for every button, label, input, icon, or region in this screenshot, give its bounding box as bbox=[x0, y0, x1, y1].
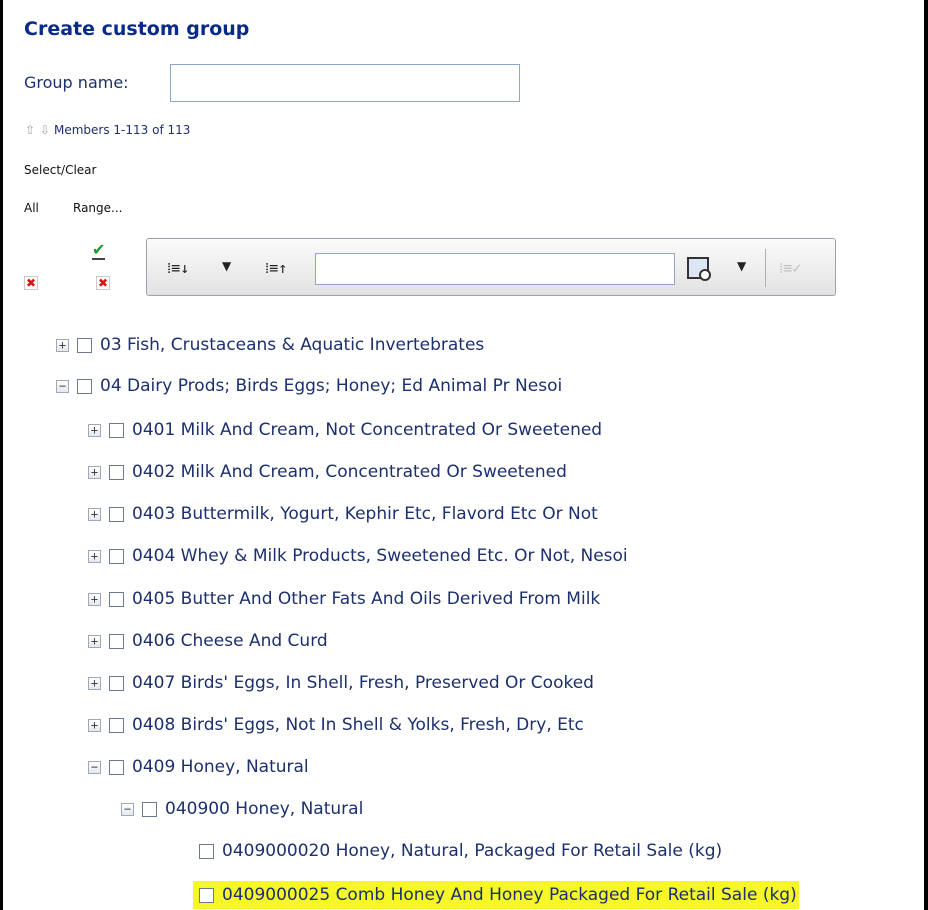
tree-checkbox[interactable] bbox=[109, 422, 124, 438]
tree-item-label[interactable]: 0409 Honey, Natural bbox=[132, 757, 309, 777]
tree-checkbox[interactable] bbox=[142, 801, 157, 817]
tree-item: − 0409 Honey, Natural bbox=[88, 755, 309, 779]
expand-icon[interactable]: + bbox=[88, 718, 101, 732]
expand-icon[interactable]: + bbox=[56, 338, 69, 352]
select-clear-label: Select/Clear bbox=[24, 163, 97, 177]
tree-item-label[interactable]: 0402 Milk And Cream, Concentrated Or Swe… bbox=[132, 462, 567, 482]
tree-item-label[interactable]: 03 Fish, Crustaceans & Aquatic Invertebr… bbox=[100, 335, 484, 355]
sort-descending-icon[interactable]: ⁞≡↓ bbox=[167, 259, 189, 278]
tree-item-label[interactable]: 0403 Buttermilk, Yogurt, Kephir Etc, Fla… bbox=[132, 504, 598, 524]
tree-checkbox[interactable] bbox=[109, 548, 124, 564]
tree-item-label[interactable]: 0405 Butter And Other Fats And Oils Deri… bbox=[132, 589, 600, 609]
expand-icon[interactable]: + bbox=[88, 423, 101, 437]
tree-item-label[interactable]: 04 Dairy Prods; Birds Eggs; Honey; Ed An… bbox=[100, 376, 562, 396]
tree-item: − 040900 Honey, Natural bbox=[121, 797, 363, 821]
clear-all-x-icon[interactable]: ✖ bbox=[24, 276, 38, 290]
tree-item: + 0403 Buttermilk, Yogurt, Kephir Etc, F… bbox=[88, 502, 598, 526]
select-all-link[interactable]: All bbox=[24, 201, 39, 215]
members-count: Members 1-113 of 113 bbox=[54, 123, 191, 137]
tree-item-label[interactable]: 0407 Birds' Eggs, In Shell, Fresh, Prese… bbox=[132, 673, 594, 693]
sort-dropdown-caret-icon[interactable]: ▼ bbox=[222, 259, 231, 273]
tree-item-label[interactable]: 0401 Milk And Cream, Not Concentrated Or… bbox=[132, 420, 602, 440]
tree-item: + 0401 Milk And Cream, Not Concentrated … bbox=[88, 418, 602, 442]
select-members-disabled-icon: ⁞≡✓ bbox=[779, 259, 802, 277]
toolbar-separator bbox=[765, 249, 766, 287]
arrow-up-icon[interactable]: ⇧ bbox=[24, 123, 36, 137]
tree-item-label[interactable]: 040900 Honey, Natural bbox=[165, 799, 363, 819]
expand-icon[interactable]: + bbox=[88, 507, 101, 521]
expand-icon[interactable]: + bbox=[88, 634, 101, 648]
arrow-down-icon[interactable]: ⇩ bbox=[39, 123, 51, 137]
group-name-input[interactable] bbox=[170, 64, 520, 102]
tree-item: + 0408 Birds' Eggs, Not In Shell & Yolks… bbox=[88, 713, 584, 737]
sort-ascending-icon[interactable]: ⁞≡↑ bbox=[265, 259, 287, 278]
tree-item: 0409000020 Honey, Natural, Packaged For … bbox=[199, 839, 722, 863]
tree-checkbox[interactable] bbox=[109, 506, 124, 522]
tree-item: − 04 Dairy Prods; Birds Eggs; Honey; Ed … bbox=[56, 374, 562, 398]
toolbar: ⁞≡↓ ▼ ⁞≡↑ ▼ ⁞≡✓ bbox=[146, 238, 836, 296]
tree-item-label[interactable]: 0408 Birds' Eggs, Not In Shell & Yolks, … bbox=[132, 715, 584, 735]
expand-icon[interactable]: + bbox=[88, 549, 101, 563]
tree-checkbox[interactable] bbox=[199, 843, 214, 859]
clear-range-x-icon[interactable]: ✖ bbox=[96, 276, 110, 290]
tree-checkbox[interactable] bbox=[199, 887, 214, 903]
tree-item-label[interactable]: 0409000025 Comb Honey And Honey Packaged… bbox=[222, 885, 797, 905]
tree-item: + 0404 Whey & Milk Products, Sweetened E… bbox=[88, 544, 628, 568]
tree-item-label[interactable]: 0404 Whey & Milk Products, Sweetened Etc… bbox=[132, 546, 628, 566]
tree-checkbox[interactable] bbox=[109, 717, 124, 733]
tree-item: + 03 Fish, Crustaceans & Aquatic Inverte… bbox=[56, 333, 484, 357]
tree-checkbox[interactable] bbox=[77, 337, 92, 353]
collapse-icon[interactable]: − bbox=[121, 802, 134, 816]
collapse-icon[interactable]: − bbox=[88, 760, 101, 774]
tree-checkbox[interactable] bbox=[77, 378, 92, 394]
tree-checkbox[interactable] bbox=[109, 675, 124, 691]
expand-icon[interactable]: + bbox=[88, 676, 101, 690]
tree-checkbox[interactable] bbox=[109, 633, 124, 649]
expand-icon[interactable]: + bbox=[88, 592, 101, 606]
tree-checkbox[interactable] bbox=[109, 464, 124, 480]
tree-item: + 0405 Butter And Other Fats And Oils De… bbox=[88, 587, 600, 611]
member-search-input[interactable] bbox=[315, 253, 675, 285]
select-range-link[interactable]: Range... bbox=[73, 201, 122, 215]
tree-checkbox[interactable] bbox=[109, 759, 124, 775]
left-border bbox=[0, 0, 3, 910]
find-dropdown-caret-icon[interactable]: ▼ bbox=[737, 259, 746, 273]
tree-item: + 0402 Milk And Cream, Concentrated Or S… bbox=[88, 460, 567, 484]
expand-icon[interactable]: + bbox=[88, 465, 101, 479]
tree-item: + 0406 Cheese And Curd bbox=[88, 629, 328, 653]
right-border bbox=[924, 0, 928, 910]
tree-item-highlighted: 0409000025 Comb Honey And Honey Packaged… bbox=[193, 881, 799, 909]
tree-checkbox[interactable] bbox=[109, 591, 124, 607]
page-title: Create custom group bbox=[24, 18, 250, 40]
tree-item-label[interactable]: 0409000020 Honey, Natural, Packaged For … bbox=[222, 841, 722, 861]
tree-item-label[interactable]: 0406 Cheese And Curd bbox=[132, 631, 328, 651]
find-icon[interactable] bbox=[687, 257, 711, 281]
select-range-check-icon[interactable]: ✔ bbox=[92, 242, 106, 260]
tree-item: + 0407 Birds' Eggs, In Shell, Fresh, Pre… bbox=[88, 671, 594, 695]
members-pager: ⇧ ⇩ Members 1-113 of 113 bbox=[24, 123, 190, 137]
group-name-label: Group name: bbox=[24, 73, 129, 92]
collapse-icon[interactable]: − bbox=[56, 379, 69, 393]
